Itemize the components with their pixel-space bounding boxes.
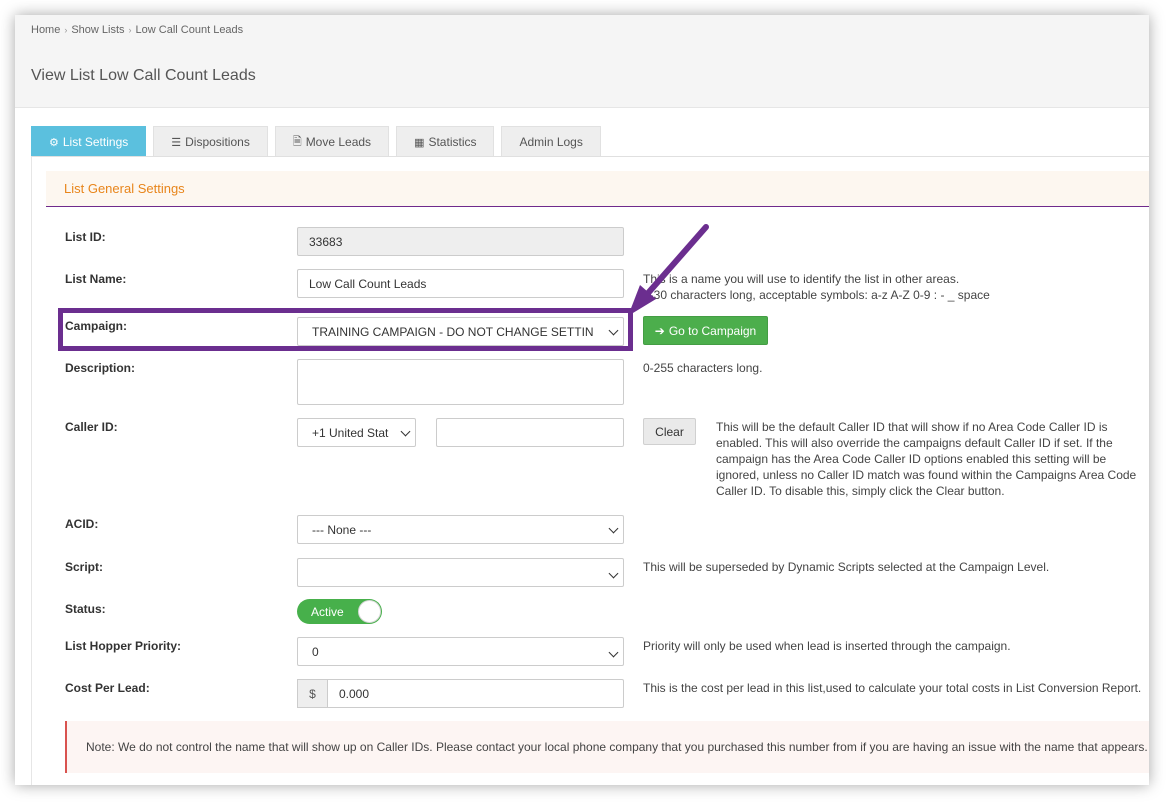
app-window: Home › Show Lists › Low Call Count Leads…	[15, 15, 1149, 785]
annotation-arrow-icon	[628, 224, 709, 316]
